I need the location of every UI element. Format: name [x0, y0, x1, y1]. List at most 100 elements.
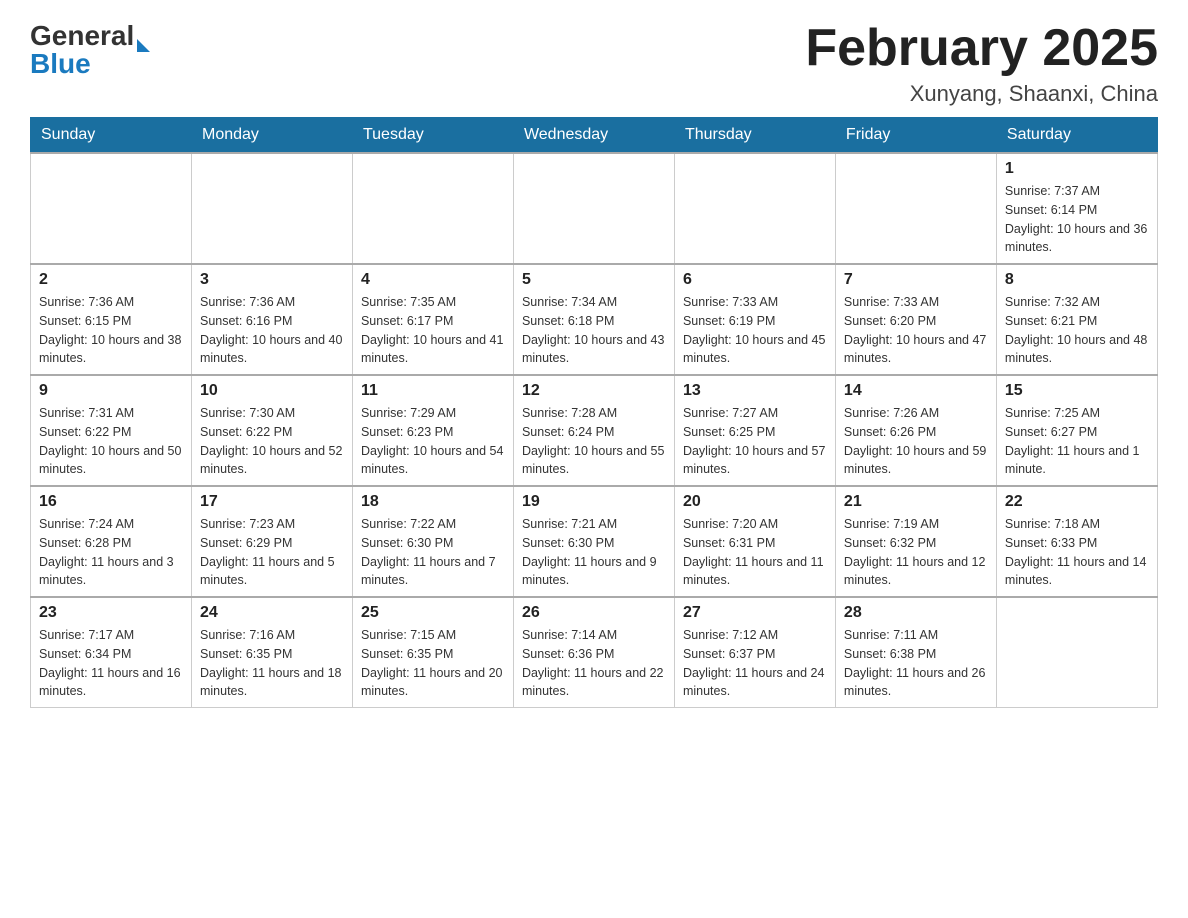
- logo-arrow: [137, 39, 150, 52]
- day-number: 13: [683, 382, 827, 400]
- calendar-cell: 4 Sunrise: 7:35 AM Sunset: 6:17 PM Daylig…: [352, 264, 513, 375]
- day-number: 26: [522, 604, 666, 622]
- week-row-2: 2 Sunrise: 7:36 AM Sunset: 6:15 PM Daylig…: [31, 264, 1158, 375]
- calendar-cell: 24 Sunrise: 7:16 AM Sunset: 6:35 PM Dayli…: [191, 597, 352, 708]
- day-number: 2: [39, 271, 183, 289]
- day-info: Sunrise: 7:32 AM Sunset: 6:21 PM Dayligh…: [1005, 293, 1149, 368]
- day-info: Sunrise: 7:33 AM Sunset: 6:19 PM Dayligh…: [683, 293, 827, 368]
- day-number: 24: [200, 604, 344, 622]
- logo-combined: General Blue: [30, 20, 150, 80]
- day-number: 16: [39, 493, 183, 511]
- weekday-header-thursday: Thursday: [674, 118, 835, 154]
- calendar-cell: 5 Sunrise: 7:34 AM Sunset: 6:18 PM Daylig…: [513, 264, 674, 375]
- calendar-cell: [835, 153, 996, 264]
- day-number: 10: [200, 382, 344, 400]
- calendar-title: February 2025: [805, 20, 1158, 77]
- day-info: Sunrise: 7:17 AM Sunset: 6:34 PM Dayligh…: [39, 626, 183, 701]
- week-row-3: 9Sunrise: 7:31 AM Sunset: 6:22 PM Daylig…: [31, 375, 1158, 486]
- calendar-cell: [352, 153, 513, 264]
- day-number: 6: [683, 271, 827, 289]
- weekday-header-friday: Friday: [835, 118, 996, 154]
- day-info: Sunrise: 7:21 AM Sunset: 6:30 PM Dayligh…: [522, 515, 666, 590]
- weekday-header-row: SundayMondayTuesdayWednesdayThursdayFrid…: [31, 118, 1158, 154]
- day-number: 23: [39, 604, 183, 622]
- weekday-header-tuesday: Tuesday: [352, 118, 513, 154]
- day-number: 3: [200, 271, 344, 289]
- calendar-cell: 8Sunrise: 7:32 AM Sunset: 6:21 PM Daylig…: [996, 264, 1157, 375]
- day-info: Sunrise: 7:18 AM Sunset: 6:33 PM Dayligh…: [1005, 515, 1149, 590]
- weekday-header-monday: Monday: [191, 118, 352, 154]
- calendar-cell: 19 Sunrise: 7:21 AM Sunset: 6:30 PM Dayli…: [513, 486, 674, 597]
- weekday-header-saturday: Saturday: [996, 118, 1157, 154]
- calendar-cell: 26 Sunrise: 7:14 AM Sunset: 6:36 PM Dayli…: [513, 597, 674, 708]
- day-info: Sunrise: 7:11 AM Sunset: 6:38 PM Dayligh…: [844, 626, 988, 701]
- day-number: 11: [361, 382, 505, 400]
- calendar-cell: 1 Sunrise: 7:37 AM Sunset: 6:14 PM Daylig…: [996, 153, 1157, 264]
- day-info: Sunrise: 7:27 AM Sunset: 6:25 PM Dayligh…: [683, 404, 827, 479]
- calendar-cell: 12 Sunrise: 7:28 AM Sunset: 6:24 PM Dayli…: [513, 375, 674, 486]
- calendar-cell: 21 Sunrise: 7:19 AM Sunset: 6:32 PM Dayli…: [835, 486, 996, 597]
- calendar-cell: 28 Sunrise: 7:11 AM Sunset: 6:38 PM Dayli…: [835, 597, 996, 708]
- calendar-cell: [996, 597, 1157, 708]
- logo: General Blue: [30, 20, 150, 80]
- day-info: Sunrise: 7:22 AM Sunset: 6:30 PM Dayligh…: [361, 515, 505, 590]
- weekday-header-sunday: Sunday: [31, 118, 192, 154]
- calendar-cell: 13 Sunrise: 7:27 AM Sunset: 6:25 PM Dayli…: [674, 375, 835, 486]
- day-info: Sunrise: 7:28 AM Sunset: 6:24 PM Dayligh…: [522, 404, 666, 479]
- day-number: 14: [844, 382, 988, 400]
- calendar-cell: [674, 153, 835, 264]
- day-number: 15: [1005, 382, 1149, 400]
- day-info: Sunrise: 7:24 AM Sunset: 6:28 PM Dayligh…: [39, 515, 183, 590]
- day-info: Sunrise: 7:23 AM Sunset: 6:29 PM Dayligh…: [200, 515, 344, 590]
- day-number: 5: [522, 271, 666, 289]
- day-number: 19: [522, 493, 666, 511]
- calendar-cell: 17 Sunrise: 7:23 AM Sunset: 6:29 PM Dayli…: [191, 486, 352, 597]
- day-number: 9: [39, 382, 183, 400]
- weekday-header-wednesday: Wednesday: [513, 118, 674, 154]
- calendar-cell: 16 Sunrise: 7:24 AM Sunset: 6:28 PM Dayli…: [31, 486, 192, 597]
- calendar-cell: 22 Sunrise: 7:18 AM Sunset: 6:33 PM Dayli…: [996, 486, 1157, 597]
- calendar-cell: 27 Sunrise: 7:12 AM Sunset: 6:37 PM Dayli…: [674, 597, 835, 708]
- day-info: Sunrise: 7:35 AM Sunset: 6:17 PM Dayligh…: [361, 293, 505, 368]
- day-info: Sunrise: 7:20 AM Sunset: 6:31 PM Dayligh…: [683, 515, 827, 590]
- week-row-4: 16 Sunrise: 7:24 AM Sunset: 6:28 PM Dayli…: [31, 486, 1158, 597]
- day-info: Sunrise: 7:37 AM Sunset: 6:14 PM Dayligh…: [1005, 182, 1149, 257]
- day-number: 18: [361, 493, 505, 511]
- calendar-cell: 2 Sunrise: 7:36 AM Sunset: 6:15 PM Daylig…: [31, 264, 192, 375]
- day-number: 27: [683, 604, 827, 622]
- calendar-cell: [513, 153, 674, 264]
- day-number: 21: [844, 493, 988, 511]
- day-number: 17: [200, 493, 344, 511]
- calendar-cell: 10Sunrise: 7:30 AM Sunset: 6:22 PM Dayli…: [191, 375, 352, 486]
- day-number: 7: [844, 271, 988, 289]
- day-info: Sunrise: 7:15 AM Sunset: 6:35 PM Dayligh…: [361, 626, 505, 701]
- day-number: 28: [844, 604, 988, 622]
- day-number: 4: [361, 271, 505, 289]
- day-info: Sunrise: 7:34 AM Sunset: 6:18 PM Dayligh…: [522, 293, 666, 368]
- day-info: Sunrise: 7:36 AM Sunset: 6:16 PM Dayligh…: [200, 293, 344, 368]
- day-info: Sunrise: 7:19 AM Sunset: 6:32 PM Dayligh…: [844, 515, 988, 590]
- page-header: General Blue February 2025 Xunyang, Shaa…: [30, 20, 1158, 107]
- day-number: 1: [1005, 160, 1149, 178]
- calendar-location: Xunyang, Shaanxi, China: [805, 81, 1158, 107]
- day-info: Sunrise: 7:16 AM Sunset: 6:35 PM Dayligh…: [200, 626, 344, 701]
- week-row-5: 23 Sunrise: 7:17 AM Sunset: 6:34 PM Dayli…: [31, 597, 1158, 708]
- day-info: Sunrise: 7:36 AM Sunset: 6:15 PM Dayligh…: [39, 293, 183, 368]
- day-info: Sunrise: 7:12 AM Sunset: 6:37 PM Dayligh…: [683, 626, 827, 701]
- logo-blue-text: Blue: [30, 48, 91, 80]
- day-info: Sunrise: 7:14 AM Sunset: 6:36 PM Dayligh…: [522, 626, 666, 701]
- calendar-cell: 15Sunrise: 7:25 AM Sunset: 6:27 PM Dayli…: [996, 375, 1157, 486]
- day-number: 22: [1005, 493, 1149, 511]
- calendar-cell: [191, 153, 352, 264]
- calendar-cell: 9Sunrise: 7:31 AM Sunset: 6:22 PM Daylig…: [31, 375, 192, 486]
- calendar-cell: 14Sunrise: 7:26 AM Sunset: 6:26 PM Dayli…: [835, 375, 996, 486]
- day-number: 20: [683, 493, 827, 511]
- day-number: 25: [361, 604, 505, 622]
- title-block: February 2025 Xunyang, Shaanxi, China: [805, 20, 1158, 107]
- calendar-cell: [31, 153, 192, 264]
- day-number: 12: [522, 382, 666, 400]
- calendar-cell: 11Sunrise: 7:29 AM Sunset: 6:23 PM Dayli…: [352, 375, 513, 486]
- calendar-cell: 7Sunrise: 7:33 AM Sunset: 6:20 PM Daylig…: [835, 264, 996, 375]
- calendar-cell: 25 Sunrise: 7:15 AM Sunset: 6:35 PM Dayli…: [352, 597, 513, 708]
- calendar-cell: 18 Sunrise: 7:22 AM Sunset: 6:30 PM Dayli…: [352, 486, 513, 597]
